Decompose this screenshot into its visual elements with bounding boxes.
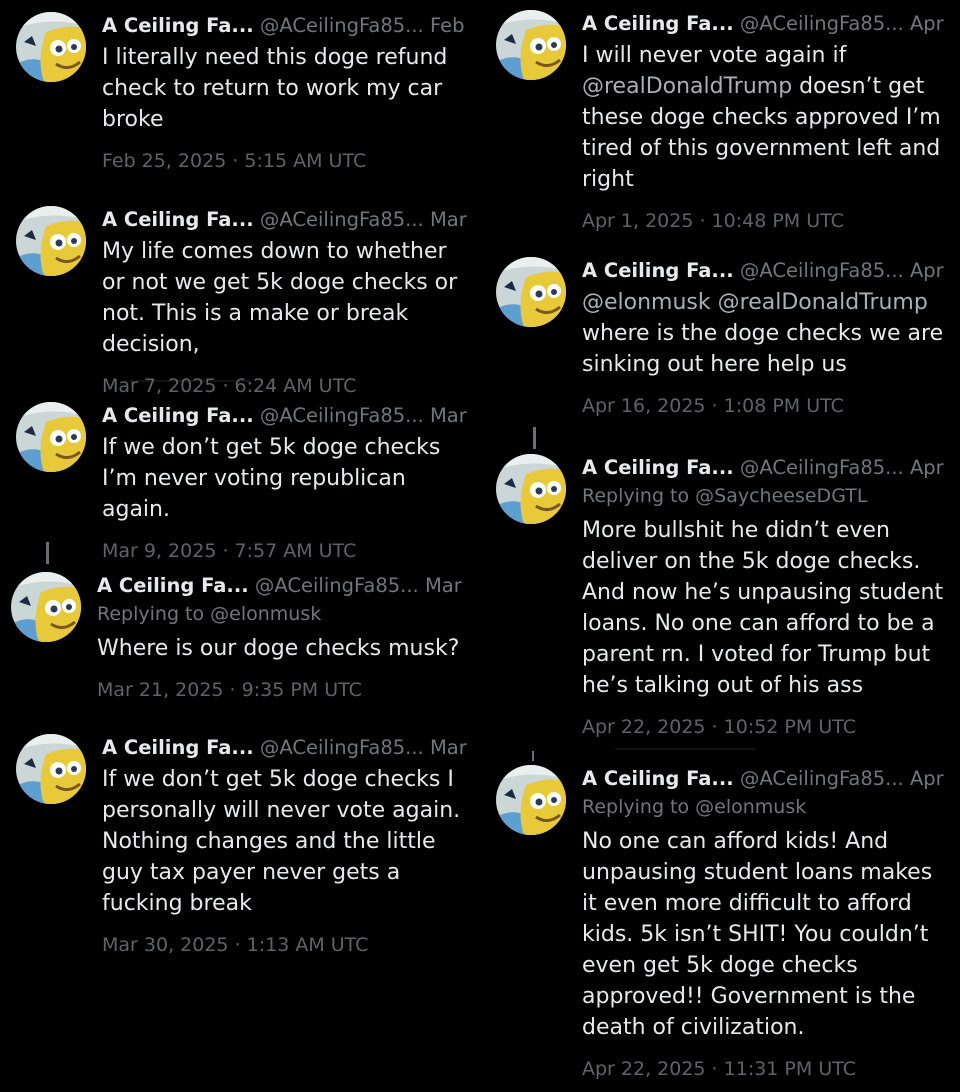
author-name[interactable]: A Ceiling Fa... xyxy=(102,404,254,427)
author-handle[interactable]: @ACeilingFa85... xyxy=(260,14,424,37)
avatar[interactable] xyxy=(496,454,566,524)
avatar[interactable] xyxy=(16,402,86,472)
author-name[interactable]: A Ceiling Fa... xyxy=(102,208,254,231)
replying-label: Replying to xyxy=(97,603,211,625)
author-name[interactable]: A Ceiling Fa... xyxy=(102,736,254,759)
tweet-header: A Ceiling Fa... @ACeilingFa85... Apr 1 xyxy=(582,10,950,38)
author-handle[interactable]: @ACeilingFa85... xyxy=(255,574,419,597)
tweet-header: A Ceiling Fa... @ACeilingFa85... Apr 22 xyxy=(582,765,950,793)
thread-line xyxy=(533,427,536,449)
replying-label: Replying to xyxy=(582,485,696,507)
author-name[interactable]: A Ceiling Fa... xyxy=(582,456,734,479)
tweet-timestamp[interactable]: Mar 7, 2025 · 6:24 AM UTC xyxy=(102,372,470,400)
replying-to: Replying to @elonmusk xyxy=(582,793,950,821)
tweet-text: If we don’t get 5k doge checks I’m never… xyxy=(102,435,441,522)
tweet-text-part: where is the doge checks we are sinking … xyxy=(582,321,944,377)
mention-link[interactable]: @realDonaldTrump xyxy=(582,74,792,99)
tweet-text-part: I will never vote again if xyxy=(582,43,847,68)
tweet-date[interactable]: Mar 7 xyxy=(430,208,470,231)
tweet-date[interactable]: Apr 16 xyxy=(910,259,950,282)
tweet-timestamp[interactable]: Apr 22, 2025 · 11:31 PM UTC xyxy=(582,1055,950,1083)
avatar-image xyxy=(16,206,86,276)
avatar-image xyxy=(496,257,566,327)
author-handle[interactable]: @ACeilingFa85... xyxy=(740,12,904,35)
avatar[interactable] xyxy=(496,257,566,327)
avatar[interactable] xyxy=(16,734,86,804)
avatar-image xyxy=(16,402,86,472)
tweet-header: A Ceiling Fa... @ACeilingFa85... Apr 22 xyxy=(582,454,950,482)
reply-mention-link[interactable]: @elonmusk xyxy=(695,796,806,818)
tweet-text: My life comes down to whether or not we … xyxy=(102,239,458,357)
avatar[interactable] xyxy=(16,12,86,82)
author-name[interactable]: A Ceiling Fa... xyxy=(582,767,734,790)
replying-to: Replying to @SaycheeseDGTL xyxy=(582,482,950,510)
avatar-image xyxy=(11,572,81,642)
author-handle[interactable]: @ACeilingFa85... xyxy=(740,767,904,790)
tweet-text: More bullshit he didn’t even deliver on … xyxy=(582,518,944,698)
replying-label: Replying to xyxy=(582,796,696,818)
avatar[interactable] xyxy=(496,10,566,80)
avatar[interactable] xyxy=(11,572,81,642)
reply-mention-link[interactable]: @SaycheeseDGTL xyxy=(695,485,867,507)
mention-link[interactable]: @elonmusk xyxy=(582,290,711,315)
tweet-timestamp[interactable]: Mar 21, 2025 · 9:35 PM UTC xyxy=(97,676,465,704)
author-handle[interactable]: @ACeilingFa85... xyxy=(260,208,424,231)
tweet-text: If we don’t get 5k doge checks I persona… xyxy=(102,767,461,916)
avatar-image xyxy=(16,12,86,82)
avatar[interactable] xyxy=(496,765,566,835)
author-name[interactable]: A Ceiling Fa... xyxy=(582,12,734,35)
avatar-image xyxy=(496,765,566,835)
tweet-date[interactable]: Apr 22 xyxy=(910,456,950,479)
tweet-text: @elonmusk @realDonaldTrump where is the … xyxy=(582,287,950,380)
tweet-text: Where is our doge checks musk? xyxy=(97,636,460,661)
tweet-header: A Ceiling Fa... @ACeilingFa85... Mar 21 xyxy=(97,572,465,600)
author-handle[interactable]: @ACeilingFa85... xyxy=(740,456,904,479)
author-name[interactable]: A Ceiling Fa... xyxy=(102,14,254,37)
author-handle[interactable]: @ACeilingFa85... xyxy=(740,259,904,282)
tweet-date[interactable]: Mar 9 xyxy=(430,404,470,427)
avatar[interactable] xyxy=(16,206,86,276)
tweet-timestamp[interactable]: Apr 22, 2025 · 10:52 PM UTC xyxy=(582,713,950,741)
tweet-timestamp[interactable]: Feb 25, 2025 · 5:15 AM UTC xyxy=(102,147,470,175)
tweet-date[interactable]: Mar 30 xyxy=(430,736,470,759)
author-handle[interactable]: @ACeilingFa85... xyxy=(260,736,424,759)
author-name[interactable]: A Ceiling Fa... xyxy=(582,259,734,282)
tweet-timestamp[interactable]: Apr 1, 2025 · 10:48 PM UTC xyxy=(582,207,950,235)
avatar-image xyxy=(496,10,566,80)
tweet-text: I literally need this doge refund check … xyxy=(102,45,448,132)
thread-line xyxy=(46,542,49,564)
tweet-text: No one can afford kids! And unpausing st… xyxy=(582,829,933,1040)
reply-mention-link[interactable]: @elonmusk xyxy=(210,603,321,625)
tweet-date[interactable]: Apr 1 xyxy=(910,12,950,35)
tweet-text: I will never vote again if @realDonaldTr… xyxy=(582,40,950,195)
tweet-header: A Ceiling Fa... @ACeilingFa85... Apr 16 xyxy=(582,257,950,285)
tweet-date[interactable]: Mar 21 xyxy=(425,574,465,597)
tweet-header: A Ceiling Fa... @ACeilingFa85... Mar 30 xyxy=(102,734,470,762)
avatar-image xyxy=(496,454,566,524)
avatar-image xyxy=(16,734,86,804)
mention-link[interactable]: @realDonaldTrump xyxy=(718,290,928,315)
tweet-timestamp[interactable]: Mar 30, 2025 · 1:13 AM UTC xyxy=(102,931,470,959)
tweet-header: A Ceiling Fa... @ACeilingFa85... Feb 25 xyxy=(102,12,470,40)
divider xyxy=(615,748,755,750)
author-name[interactable]: A Ceiling Fa... xyxy=(97,574,249,597)
replying-to: Replying to @elonmusk xyxy=(97,600,465,628)
tweet-date[interactable]: Apr 22 xyxy=(910,767,950,790)
tweet-timestamp[interactable]: Mar 9, 2025 · 7:57 AM UTC xyxy=(102,537,470,565)
author-handle[interactable]: @ACeilingFa85... xyxy=(260,404,424,427)
tweet-date[interactable]: Feb 25 xyxy=(430,14,470,37)
tweet-header: A Ceiling Fa... @ACeilingFa85... Mar 7 xyxy=(102,206,470,234)
tweet-timestamp[interactable]: Apr 16, 2025 · 1:08 PM UTC xyxy=(582,392,950,420)
thread-line xyxy=(532,751,534,761)
tweet-header: A Ceiling Fa... @ACeilingFa85... Mar 9 xyxy=(102,402,470,430)
